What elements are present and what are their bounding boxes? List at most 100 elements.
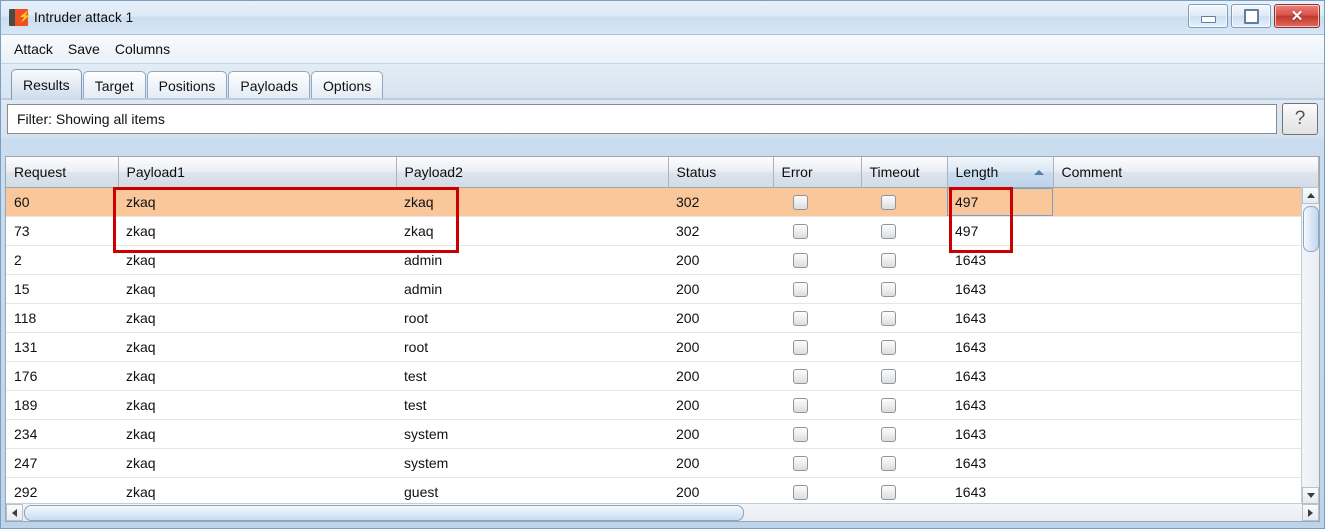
table-row[interactable]: 2 zkaq admin 200 1643 — [6, 245, 1319, 275]
cell-error-checkbox[interactable] — [773, 332, 861, 362]
cell-timeout-checkbox[interactable] — [861, 245, 947, 275]
checkbox-icon[interactable] — [881, 252, 896, 268]
cell-error-checkbox[interactable] — [773, 303, 861, 333]
table-row[interactable]: 73 zkaq zkaq 302 497 — [6, 216, 1319, 246]
cell-timeout-checkbox[interactable] — [861, 303, 947, 333]
cell-payload2: test — [396, 361, 668, 391]
tab-positions[interactable]: Positions — [146, 71, 228, 100]
cell-request: 292 — [6, 477, 118, 507]
checkbox-icon[interactable] — [793, 310, 808, 326]
checkbox-icon[interactable] — [793, 223, 808, 239]
checkbox-icon[interactable] — [881, 310, 896, 326]
scroll-left-button[interactable] — [6, 504, 23, 521]
scroll-down-button[interactable] — [1302, 487, 1319, 504]
cell-error-checkbox[interactable] — [773, 361, 861, 391]
checkbox-icon[interactable] — [793, 281, 808, 297]
cell-length: 1643 — [947, 419, 1053, 449]
vertical-scrollbar[interactable] — [1301, 187, 1319, 504]
cell-payload1: zkaq — [118, 332, 396, 362]
column-header-comment[interactable]: Comment — [1053, 157, 1319, 188]
menu-item-save[interactable]: Save — [67, 39, 101, 59]
checkbox-icon[interactable] — [793, 397, 808, 413]
checkbox-icon[interactable] — [881, 194, 896, 210]
cell-timeout-checkbox[interactable] — [861, 448, 947, 478]
checkbox-icon[interactable] — [881, 455, 896, 471]
checkbox-icon[interactable] — [881, 484, 896, 500]
column-header-payload2[interactable]: Payload2 — [396, 157, 669, 188]
filter-text: Filter: Showing all items — [17, 111, 165, 127]
cell-error-checkbox[interactable] — [773, 419, 861, 449]
tab-target[interactable]: Target — [82, 71, 146, 100]
scroll-right-button[interactable] — [1302, 504, 1319, 521]
cell-error-checkbox[interactable] — [773, 216, 861, 246]
cell-payload2: root — [396, 332, 668, 362]
checkbox-icon[interactable] — [881, 426, 896, 442]
table-row[interactable]: 60 zkaq zkaq 302 497 — [6, 187, 1319, 217]
table-row[interactable]: 15 zkaq admin 200 1643 — [6, 274, 1319, 304]
checkbox-icon[interactable] — [793, 252, 808, 268]
column-header-length[interactable]: Length — [947, 157, 1054, 188]
cell-error-checkbox[interactable] — [773, 245, 861, 275]
checkbox-icon[interactable] — [793, 484, 808, 500]
intruder-attack-window: ⚡ Intruder attack 1 ✕ Attack Save Column… — [0, 0, 1325, 529]
cell-error-checkbox[interactable] — [773, 477, 861, 507]
table-row[interactable]: 118 zkaq root 200 1643 — [6, 303, 1319, 333]
checkbox-icon[interactable] — [881, 223, 896, 239]
cell-error-checkbox[interactable] — [773, 448, 861, 478]
cell-status: 200 — [668, 419, 773, 449]
horizontal-scroll-thumb[interactable] — [24, 505, 744, 521]
chevron-left-icon — [12, 508, 17, 517]
vertical-scroll-thumb[interactable] — [1303, 206, 1319, 252]
cell-status: 200 — [668, 274, 773, 304]
scroll-up-button[interactable] — [1302, 187, 1319, 204]
checkbox-icon[interactable] — [881, 339, 896, 355]
checkbox-icon[interactable] — [793, 455, 808, 471]
cell-timeout-checkbox[interactable] — [861, 187, 947, 217]
cell-timeout-checkbox[interactable] — [861, 274, 947, 304]
table-row[interactable]: 189 zkaq test 200 1643 — [6, 390, 1319, 420]
cell-error-checkbox[interactable] — [773, 274, 861, 304]
checkbox-icon[interactable] — [881, 281, 896, 297]
table-row[interactable]: 176 zkaq test 200 1643 — [6, 361, 1319, 391]
maximize-button[interactable] — [1231, 4, 1271, 28]
menu-item-columns[interactable]: Columns — [114, 39, 171, 59]
column-header-timeout[interactable]: Timeout — [861, 157, 948, 188]
checkbox-icon[interactable] — [881, 397, 896, 413]
column-header-request[interactable]: Request — [6, 157, 119, 188]
checkbox-icon[interactable] — [881, 368, 896, 384]
window-controls: ✕ — [1188, 4, 1320, 28]
checkbox-icon[interactable] — [793, 426, 808, 442]
cell-error-checkbox[interactable] — [773, 187, 861, 217]
minimize-button[interactable] — [1188, 4, 1228, 28]
menu-item-attack[interactable]: Attack — [13, 39, 54, 59]
help-button[interactable]: ? — [1282, 103, 1318, 135]
column-header-status[interactable]: Status — [668, 157, 774, 188]
tab-results[interactable]: Results — [11, 69, 82, 100]
cell-timeout-checkbox[interactable] — [861, 216, 947, 246]
cell-length: 1643 — [947, 303, 1053, 333]
column-header-error[interactable]: Error — [773, 157, 862, 188]
cell-timeout-checkbox[interactable] — [861, 390, 947, 420]
cell-error-checkbox[interactable] — [773, 390, 861, 420]
checkbox-icon[interactable] — [793, 368, 808, 384]
cell-timeout-checkbox[interactable] — [861, 419, 947, 449]
table-row[interactable]: 247 zkaq system 200 1643 — [6, 448, 1319, 478]
table-row[interactable]: 234 zkaq system 200 1643 — [6, 419, 1319, 449]
checkbox-icon[interactable] — [793, 194, 808, 210]
cell-timeout-checkbox[interactable] — [861, 332, 947, 362]
tab-payloads[interactable]: Payloads — [228, 71, 311, 100]
close-icon: ✕ — [1290, 7, 1304, 25]
column-header-payload1[interactable]: Payload1 — [118, 157, 397, 188]
cell-timeout-checkbox[interactable] — [861, 361, 947, 391]
cell-timeout-checkbox[interactable] — [861, 477, 947, 507]
horizontal-scrollbar[interactable] — [6, 503, 1319, 521]
filter-bar[interactable]: Filter: Showing all items — [7, 104, 1277, 134]
checkbox-icon[interactable] — [793, 339, 808, 355]
table-row[interactable]: 292 zkaq guest 200 1643 — [6, 477, 1319, 507]
cell-payload2: zkaq — [396, 216, 668, 246]
table-row[interactable]: 131 zkaq root 200 1643 — [6, 332, 1319, 362]
close-button[interactable]: ✕ — [1274, 4, 1320, 28]
tab-options[interactable]: Options — [311, 71, 384, 100]
cell-request: 118 — [6, 303, 118, 333]
cell-length: 497 — [947, 216, 1053, 246]
